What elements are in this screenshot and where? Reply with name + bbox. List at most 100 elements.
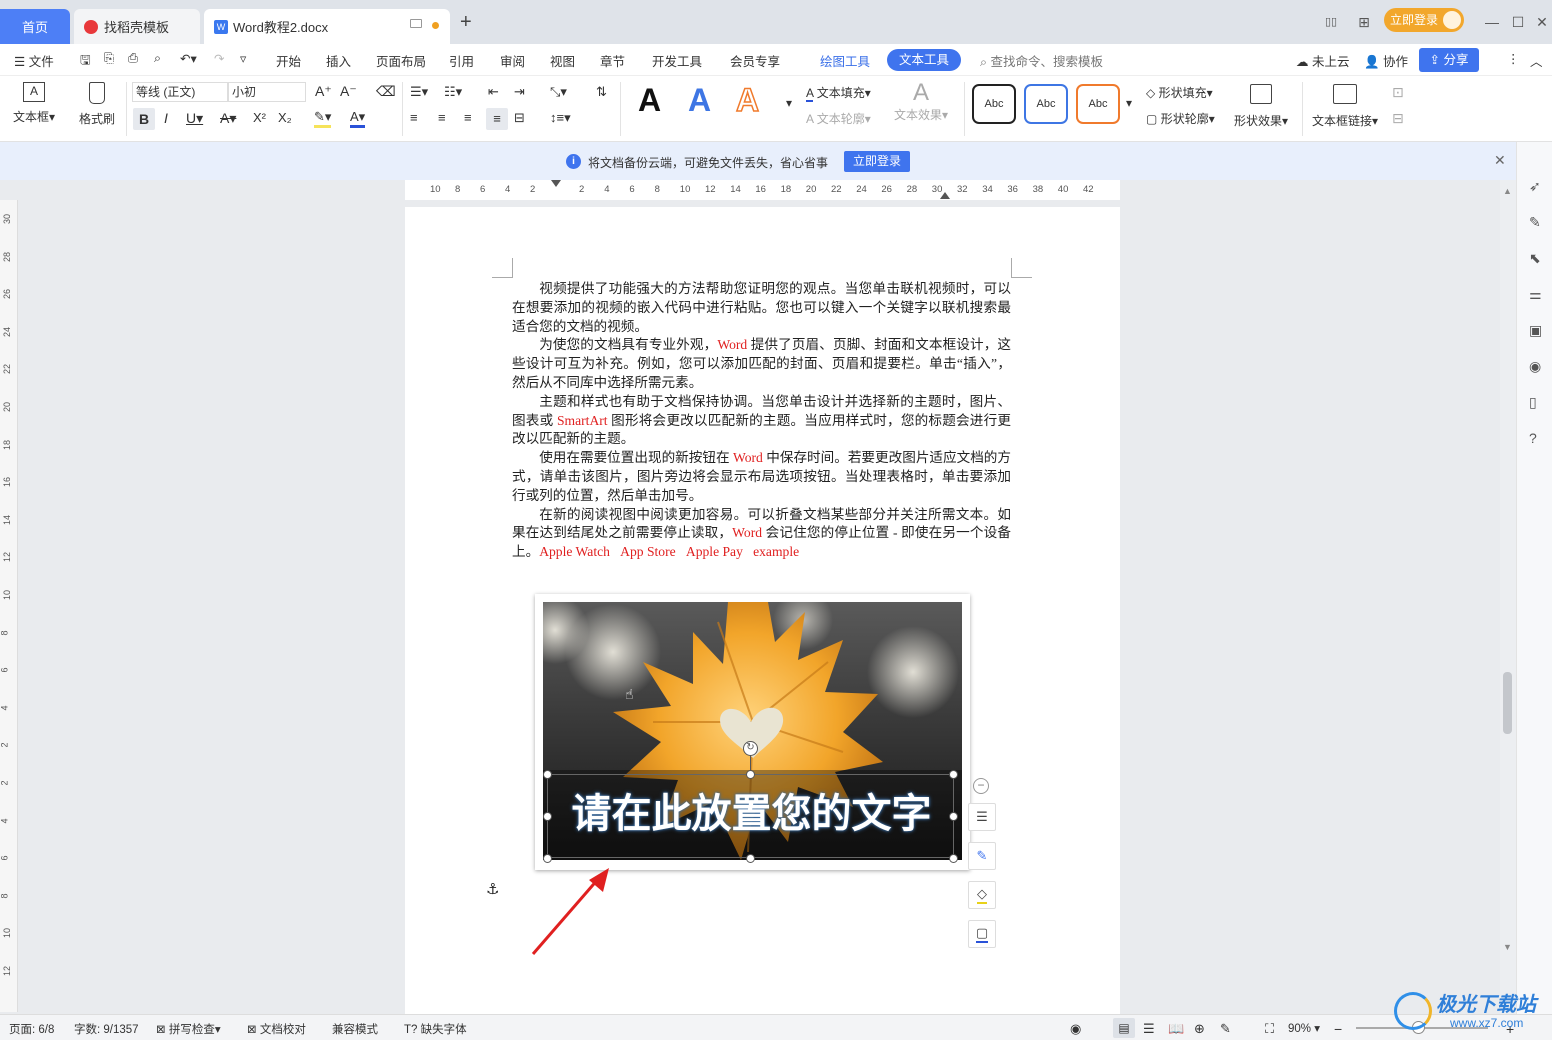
wordart-more-icon[interactable]: ▾ bbox=[786, 96, 792, 110]
tab-template[interactable]: 找稻壳模板 bbox=[74, 9, 200, 44]
shape-fill-button[interactable]: ◇ 形状填充▾ bbox=[1146, 84, 1213, 101]
menu-text-tools[interactable]: 文本工具 bbox=[887, 49, 961, 71]
menu-layout[interactable]: 页面布局 bbox=[376, 51, 426, 70]
vertical-ruler[interactable]: 30 28 26 24 22 20 18 16 14 12 10 8 6 4 2 2 4 6 8 10 12 bbox=[0, 200, 18, 1012]
shape-style-black[interactable]: Abc bbox=[972, 84, 1016, 124]
caption-textbox[interactable]: 请在此放置您的文字 bbox=[547, 774, 954, 858]
next-link-icon[interactable]: ⊟ bbox=[1392, 110, 1404, 127]
indent-marker-icon[interactable] bbox=[551, 180, 561, 187]
document-body[interactable]: 视频提供了功能强大的方法帮助您证明您的观点。当您单击联机视频时，可以在想要添加的… bbox=[512, 280, 1011, 562]
align-left-icon[interactable]: ≡ bbox=[410, 110, 418, 125]
menu-member[interactable]: 会员专享 bbox=[730, 51, 780, 70]
image-tool-icon[interactable]: ▣ bbox=[1529, 322, 1542, 339]
collapse-ribbon-icon[interactable]: ︿ bbox=[1530, 51, 1543, 70]
resize-handle-tr[interactable] bbox=[949, 770, 958, 779]
shape-effect-button[interactable]: 形状效果▾ bbox=[1230, 80, 1292, 129]
pen-icon[interactable]: ✎ bbox=[1529, 214, 1541, 231]
horizontal-ruler[interactable]: 10 8 6 4 2 2 4 6 8 10 12 14 16 18 20 22 24 26 28 30 32 34 36 38… bbox=[405, 180, 1120, 200]
subscript-button[interactable]: X₂ bbox=[278, 110, 292, 125]
format-painter-button[interactable]: 格式刷 bbox=[76, 82, 118, 127]
text-fill-button[interactable]: A 文本填充▾ bbox=[806, 84, 871, 102]
vertical-scrollbar[interactable] bbox=[1500, 180, 1516, 1014]
menu-view[interactable]: 视图 bbox=[550, 51, 575, 70]
grow-font-icon[interactable]: A⁺ bbox=[315, 83, 332, 100]
menu-insert[interactable]: 插入 bbox=[326, 51, 351, 70]
word-count[interactable]: 字数: 9/1357 bbox=[74, 1021, 139, 1037]
save-icon[interactable]: 🖫 bbox=[80, 51, 91, 72]
zoom-out-icon[interactable]: − bbox=[1334, 1021, 1342, 1037]
minimize-icon[interactable]: — bbox=[1482, 12, 1502, 32]
scroll-up-icon[interactable]: ▲ bbox=[1503, 186, 1512, 196]
shape-style-blue[interactable]: Abc bbox=[1024, 84, 1068, 124]
menu-draw-tools[interactable]: 绘图工具 bbox=[820, 51, 870, 70]
resize-handle-tl[interactable] bbox=[543, 770, 552, 779]
menu-developer[interactable]: 开发工具 bbox=[652, 51, 702, 70]
scroll-thumb[interactable] bbox=[1503, 672, 1512, 734]
sort-icon[interactable]: ⇅ bbox=[596, 84, 607, 100]
export-icon[interactable]: ⎘ bbox=[104, 51, 114, 66]
align-center-icon[interactable]: ≡ bbox=[438, 110, 446, 125]
menu-start[interactable]: 开始 bbox=[276, 51, 301, 70]
fit-page-icon[interactable]: ⛶ bbox=[1265, 1021, 1274, 1037]
align-right-icon[interactable]: ≡ bbox=[464, 110, 472, 125]
menu-review[interactable]: 审阅 bbox=[500, 51, 525, 70]
resize-handle-tm[interactable] bbox=[746, 770, 755, 779]
notice-login-button[interactable]: 立即登录 bbox=[844, 151, 910, 172]
layout-options-button[interactable]: ☰ bbox=[968, 803, 996, 831]
float-fill-button[interactable]: ◇ bbox=[968, 881, 996, 909]
shrink-font-icon[interactable]: A⁻ bbox=[340, 83, 357, 100]
scroll-down-icon[interactable]: ▼ bbox=[1503, 942, 1512, 952]
close-window-icon[interactable]: ✕ bbox=[1532, 12, 1552, 32]
more-quick-icon[interactable]: ▿ bbox=[240, 51, 246, 66]
cursor-icon[interactable]: ⬉ bbox=[1529, 250, 1541, 267]
caption-text[interactable]: 请在此放置您的文字 bbox=[548, 787, 955, 841]
command-search[interactable]: ⌕ 查找命令、搜索模板 bbox=[980, 51, 1103, 70]
web-view-icon[interactable]: ⊕ bbox=[1194, 1021, 1205, 1037]
break-link-icon[interactable]: ⊡ bbox=[1392, 84, 1404, 101]
undo-icon[interactable]: ↶▾ bbox=[180, 51, 197, 66]
wordart-style-black[interactable]: A bbox=[638, 82, 661, 119]
page-view-icon[interactable]: ▤ bbox=[1113, 1018, 1135, 1038]
textbox-button[interactable]: A 文本框▾ bbox=[10, 82, 58, 125]
shape-style-more-icon[interactable]: ▾ bbox=[1126, 96, 1132, 110]
tab-document[interactable]: W Word教程2.docx bbox=[204, 9, 450, 44]
write-view-icon[interactable]: ✎ bbox=[1220, 1021, 1231, 1037]
outline-view-icon[interactable]: ☰ bbox=[1143, 1021, 1155, 1037]
float-pen-button[interactable]: ✎ bbox=[968, 842, 996, 870]
book-icon[interactable]: ▯ bbox=[1529, 394, 1537, 411]
shape-outline-button[interactable]: ▢ 形状轮廓▾ bbox=[1146, 110, 1215, 127]
line-spacing-icon[interactable]: ↕≡▾ bbox=[550, 110, 571, 126]
text-effect-button[interactable]: A 文本效果▾ bbox=[892, 80, 950, 123]
highlight-icon[interactable]: ✎▾ bbox=[314, 109, 332, 128]
eye-protect-icon[interactable]: ◉ bbox=[1070, 1021, 1081, 1037]
monitor-icon[interactable] bbox=[410, 19, 422, 28]
new-tab-button[interactable]: + bbox=[460, 11, 472, 34]
indent-icon[interactable]: ⇥ bbox=[514, 84, 525, 100]
apps-grid-icon[interactable]: ⊞ bbox=[1354, 12, 1374, 32]
spell-check-button[interactable]: ⊠ 拼写检查▾ bbox=[156, 1021, 221, 1037]
resize-handle-ml[interactable] bbox=[543, 812, 552, 821]
menu-reference[interactable]: 引用 bbox=[449, 51, 474, 70]
bold-button[interactable]: B bbox=[133, 108, 155, 130]
collab-button[interactable]: 👤 协作 bbox=[1364, 51, 1408, 70]
page-indicator[interactable]: 页面: 6/8 bbox=[9, 1021, 54, 1037]
missing-font-button[interactable]: T? 缺失字体 bbox=[404, 1021, 467, 1037]
collapse-float-icon[interactable]: − bbox=[973, 778, 989, 794]
outdent-icon[interactable]: ⇤ bbox=[488, 84, 499, 100]
login-button[interactable]: 立即登录 bbox=[1384, 8, 1464, 32]
numbered-list-icon[interactable]: ☷▾ bbox=[444, 84, 462, 100]
italic-button[interactable]: I bbox=[164, 110, 168, 126]
rotate-handle-icon[interactable]: ↻ bbox=[743, 741, 758, 756]
justify-icon[interactable]: ≡ bbox=[486, 108, 508, 130]
text-direction-icon[interactable]: ⤡▾ bbox=[550, 84, 567, 100]
maximize-icon[interactable]: ☐ bbox=[1508, 12, 1528, 32]
help-icon[interactable]: ? bbox=[1529, 430, 1537, 446]
underline-button[interactable]: U▾ bbox=[186, 110, 203, 127]
text-outline-button[interactable]: A 文本轮廓▾ bbox=[806, 110, 871, 127]
textbox-link-button[interactable]: 文本框链接▾ bbox=[1308, 80, 1382, 129]
superscript-button[interactable]: X² bbox=[253, 110, 266, 125]
zoom-select[interactable]: 90% ▾ bbox=[1288, 1021, 1320, 1035]
rocket-icon[interactable]: ➶ bbox=[1529, 178, 1541, 195]
share-button[interactable]: ⇪ 分享 bbox=[1419, 48, 1479, 72]
sliders-icon[interactable]: ⚌ bbox=[1529, 286, 1542, 303]
